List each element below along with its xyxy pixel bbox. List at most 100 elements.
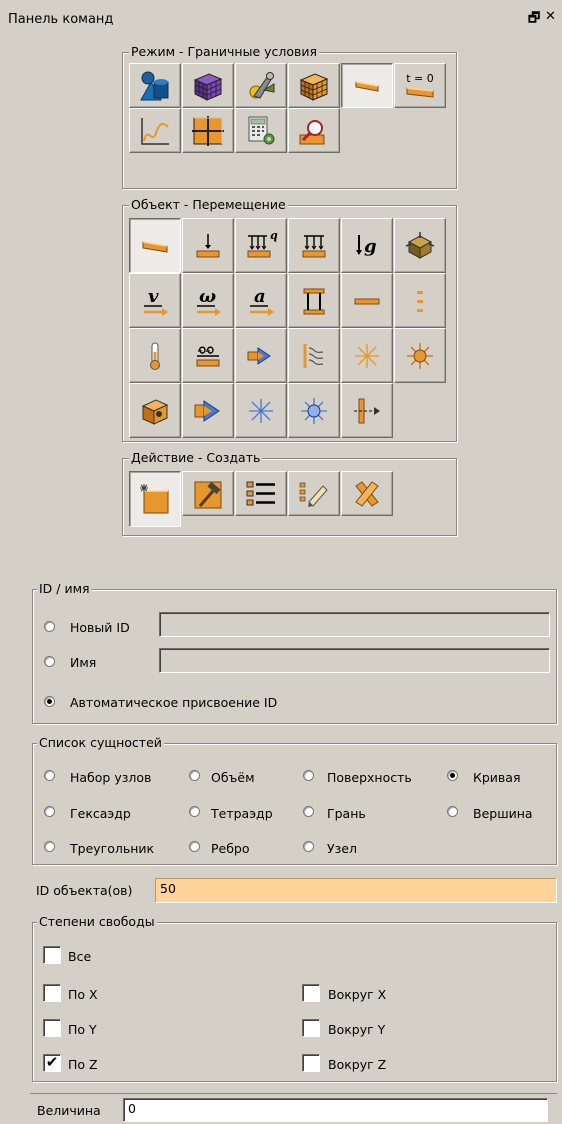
point-source-icon — [249, 398, 273, 423]
dof-y-checkbox[interactable] — [43, 1019, 61, 1037]
gravity-button[interactable]: g — [341, 218, 393, 273]
flux-arrow-button[interactable] — [182, 383, 234, 438]
axial-load-button[interactable] — [341, 383, 393, 438]
orange-cube-mode-button[interactable] — [288, 63, 340, 108]
dof-rz-checkbox[interactable] — [302, 1054, 320, 1072]
a-label: a — [254, 286, 266, 307]
convection-button[interactable] — [182, 328, 234, 383]
column-support-button[interactable] — [288, 273, 340, 328]
name-radio[interactable] — [44, 656, 55, 667]
contact-button[interactable] — [341, 273, 393, 328]
rotation-constraint-button[interactable] — [394, 218, 446, 273]
close-icon[interactable]: ✕ — [545, 9, 556, 24]
angular-velocity-button[interactable]: ω — [182, 273, 234, 328]
pressure-q-icon: q — [247, 230, 278, 257]
gap-button[interactable] — [394, 273, 446, 328]
acceleration-icon: a — [250, 286, 274, 316]
object-group-legend: Объект - Перемещение — [129, 197, 288, 213]
float-icon[interactable]: 🗗 — [528, 9, 540, 31]
edge-radio[interactable] — [189, 841, 200, 852]
face-radio[interactable] — [303, 806, 314, 817]
boundary-conditions-button[interactable] — [341, 63, 393, 108]
face-label: Грань — [327, 806, 366, 821]
dof-z-checkbox[interactable]: ✔ — [43, 1054, 61, 1072]
volume-heat-button[interactable] — [129, 383, 181, 438]
new-id-field[interactable] — [159, 612, 550, 637]
velocity-button[interactable]: v — [129, 273, 181, 328]
create-button[interactable] — [129, 471, 181, 527]
dof-all-checkbox[interactable] — [43, 946, 61, 964]
calculator-icon — [248, 116, 275, 144]
sun-icon — [407, 342, 433, 369]
node-radio[interactable] — [303, 841, 314, 852]
point-source-button[interactable] — [235, 383, 287, 438]
temperature-button[interactable] — [129, 328, 181, 383]
mesh-cube-icon — [193, 72, 223, 101]
hex-radio[interactable] — [44, 806, 55, 817]
dof-legend: Степени свободы — [37, 914, 157, 930]
curve-radio[interactable] — [447, 770, 458, 781]
dof-x-checkbox[interactable] — [43, 984, 61, 1002]
heat-flux-button[interactable] — [235, 328, 287, 383]
list-icon — [246, 481, 275, 505]
query-button[interactable] — [288, 108, 340, 153]
t0-label: t = 0 — [406, 72, 434, 85]
q-label: q — [270, 230, 278, 242]
acceleration-button[interactable]: a — [235, 273, 287, 328]
orange-grid-icon — [192, 115, 224, 146]
modify-button[interactable] — [182, 471, 234, 516]
volume-radio[interactable] — [189, 770, 200, 781]
name-field[interactable] — [159, 648, 550, 673]
surface-radio[interactable] — [303, 770, 314, 781]
geometry-shapes-icon — [140, 71, 169, 100]
column-support-icon — [303, 288, 325, 314]
heat-source-button[interactable] — [341, 328, 393, 383]
blue-sun-icon — [301, 397, 327, 424]
dof-ry-checkbox[interactable] — [302, 1019, 320, 1037]
edit-button[interactable] — [288, 471, 340, 516]
calculator-button[interactable] — [235, 108, 287, 153]
tri-radio[interactable] — [44, 841, 55, 852]
nodeset-radio[interactable] — [44, 770, 55, 781]
panel-title: Панель команд — [8, 12, 114, 27]
heat-generation-button[interactable] — [394, 328, 446, 383]
dof-rx-label: Вокруг X — [328, 987, 387, 1002]
tools-mode-button[interactable] — [235, 63, 287, 108]
name-label: Имя — [70, 655, 97, 670]
vertex-radio[interactable] — [447, 806, 458, 817]
force-button[interactable] — [182, 218, 234, 273]
v-label: v — [148, 286, 159, 307]
displacement-icon — [142, 240, 168, 253]
node-label: Узел — [327, 841, 357, 856]
surface-label: Поверхность — [327, 770, 412, 785]
convection-icon — [196, 346, 220, 366]
list-button[interactable] — [235, 471, 287, 516]
dof-rx-checkbox[interactable] — [302, 984, 320, 1002]
radiation-button[interactable] — [288, 328, 340, 383]
initial-conditions-button[interactable]: t = 0 — [394, 63, 446, 108]
plot-button[interactable] — [129, 108, 181, 153]
auto-id-radio[interactable] — [44, 696, 55, 707]
mesh-mode-button[interactable] — [182, 63, 234, 108]
mode-group: Режим - Граничные условия t = 0 — [122, 44, 457, 189]
geometry-mode-button[interactable] — [129, 63, 181, 108]
blue-sun-button[interactable] — [288, 383, 340, 438]
mode-group-legend: Режим - Граничные условия — [129, 44, 320, 60]
tri-label: Треугольник — [70, 841, 155, 856]
object-ids-value: 50 — [160, 881, 176, 896]
heat-flux-icon — [247, 346, 271, 365]
displacement-button[interactable] — [129, 218, 181, 273]
dof-all-label: Все — [68, 949, 92, 964]
dof-group: Степени свободы — [32, 914, 557, 1082]
pressure-button[interactable]: q — [235, 218, 287, 273]
grid-button[interactable] — [182, 108, 234, 153]
velocity-icon: v — [144, 286, 168, 316]
delete-button[interactable] — [341, 471, 393, 516]
entity-list-legend: Список сущностей — [37, 735, 164, 751]
new-id-radio[interactable] — [44, 621, 55, 632]
tet-radio[interactable] — [189, 806, 200, 817]
dof-rz-label: Вокруг Z — [328, 1057, 387, 1072]
magnitude-field[interactable]: 0 — [123, 1098, 548, 1122]
object-ids-field[interactable]: 50 — [155, 878, 557, 903]
distributed-load-button[interactable] — [288, 218, 340, 273]
